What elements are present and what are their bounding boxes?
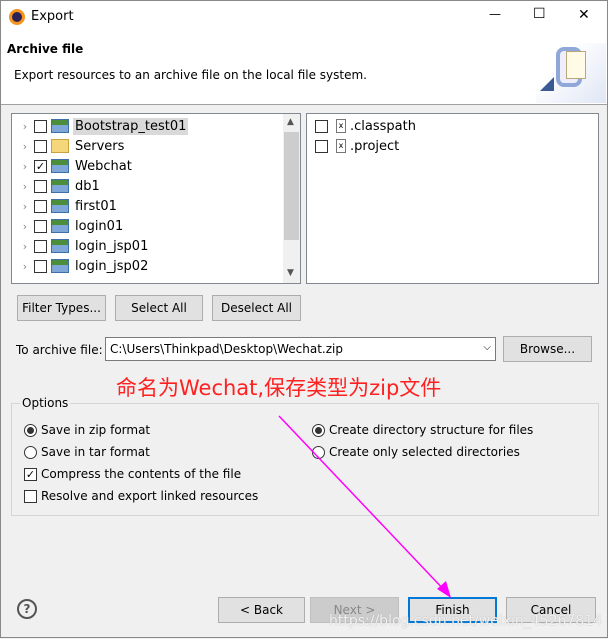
watermark: https://blog.csdn.net/weixin_45267814: [329, 613, 603, 629]
annotation-arrow: [278, 415, 451, 598]
